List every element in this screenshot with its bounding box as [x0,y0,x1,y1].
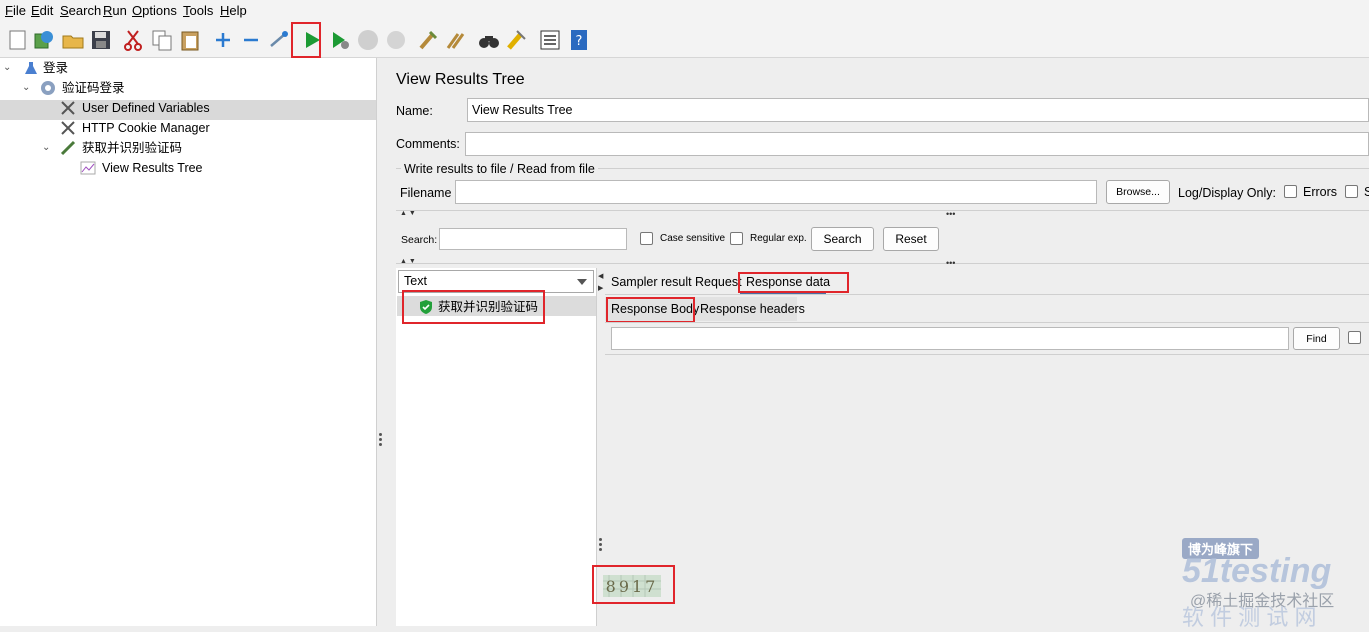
config-element-icon [60,100,76,116]
collapse-arrows-icon[interactable]: ▲▼ [400,210,418,217]
cut-icon[interactable] [121,28,145,52]
menu-run[interactable]: Run [103,3,127,18]
sampler-icon [60,140,76,156]
menu-edit[interactable]: Edit [31,3,53,18]
menu-options[interactable]: Options [132,3,177,18]
highlight-start [291,22,321,58]
tab-request[interactable]: Request [695,271,742,293]
highlight-response-data [738,272,849,293]
chevron-down-icon[interactable]: ⌄ [42,138,54,158]
help-icon[interactable]: ? [567,28,591,52]
find-button[interactable]: Find [1293,327,1340,350]
paste-icon[interactable] [178,28,202,52]
search-input[interactable] [439,228,627,250]
new-icon[interactable] [6,28,30,52]
splitter[interactable] [377,58,385,626]
config-element-icon [60,120,76,136]
filename-label: Filename [400,186,452,200]
divider [605,294,1369,295]
reset-search-icon[interactable] [505,28,529,52]
menu-bar: File Edit Search Run Options Tools Help [0,0,1369,22]
tree-item-label: 验证码登录 [62,81,125,95]
copy-icon[interactable] [150,28,174,52]
collapse-icon[interactable] [239,28,263,52]
menu-file[interactable]: File [5,3,26,18]
clear-all-icon[interactable] [444,28,468,52]
drag-handle-icon[interactable]: ••• [946,209,955,219]
chevron-down-icon [577,279,587,285]
tab-sampler-result[interactable]: Sampler result [611,271,692,293]
search-icon[interactable] [477,28,501,52]
menu-tools[interactable]: Tools [183,3,213,18]
divider [396,263,1369,264]
tree-item-get-captcha[interactable]: ⌄ 获取并识别验证码 [42,138,362,158]
comments-label: Comments: [396,137,460,151]
tab-response-headers[interactable]: Response headers [700,298,805,320]
toggle-icon[interactable] [267,28,291,52]
name-label: Name: [396,104,433,118]
divider [396,210,1369,211]
regex-label: Regular exp. [750,233,807,244]
tree-item-login[interactable]: ⌄ 登录 [3,58,373,78]
tree-item-label: 获取并识别验证码 [82,141,183,155]
log-display-label: Log/Display Only: [1178,186,1276,200]
tree-item-label: User Defined Variables [82,101,210,115]
highlight-response-body [606,297,695,323]
test-plan-icon [23,60,39,76]
tree-item-label: View Results Tree [102,161,203,175]
file-section-title: Write results to file / Read from file [401,162,598,176]
successes-label: S [1364,185,1369,199]
tree-item-http-cookie-manager[interactable]: HTTP Cookie Manager [60,118,360,138]
tree-item-label: HTTP Cookie Manager [82,121,210,135]
filename-input[interactable] [455,180,1097,204]
function-helper-icon[interactable] [538,28,562,52]
drag-handle-icon[interactable]: ••• [946,258,955,268]
search-button[interactable]: Search [811,227,874,251]
toolbar: ? [0,22,1369,58]
svg-text:?: ? [576,34,583,49]
tree-item-view-results-tree[interactable]: View Results Tree [80,158,370,178]
save-icon[interactable] [89,28,113,52]
thread-group-icon [40,80,56,96]
search-label: Search: [401,234,438,246]
renderer-value: Text [404,274,427,288]
find-input[interactable] [611,327,1289,350]
chevron-down-icon[interactable]: ⌄ [22,78,34,98]
menu-search[interactable]: Search [60,3,101,18]
highlight-captcha [592,565,675,604]
reset-button[interactable]: Reset [883,227,939,251]
open-icon[interactable] [61,28,85,52]
stop-icon[interactable] [356,28,380,52]
successes-checkbox[interactable] [1345,185,1358,198]
name-input[interactable]: View Results Tree [467,98,1369,122]
comments-input[interactable] [465,132,1369,156]
page-title: View Results Tree [396,71,525,88]
case-sensitive-label: Case sensitive [660,233,726,244]
case-sensitive-checkbox[interactable] [640,232,653,245]
errors-checkbox[interactable] [1284,185,1297,198]
expand-icon[interactable] [211,28,235,52]
tree-item-label: 登录 [43,61,69,75]
regex-checkbox[interactable] [730,232,743,245]
listener-icon [80,160,96,176]
collapse-arrows-icon[interactable]: ▲▼ [400,258,418,265]
find-option-checkbox[interactable] [1348,331,1361,344]
divider [605,322,1369,323]
clear-icon[interactable] [416,28,440,52]
start-no-pauses-icon[interactable] [328,28,352,52]
tree-item-captcha-login[interactable]: ⌄ 验证码登录 [22,78,372,98]
chevron-down-icon[interactable]: ⌄ [3,58,15,78]
divider [605,354,1369,355]
browse-button[interactable]: Browse... [1106,180,1170,204]
highlight-result-item [402,290,545,324]
shutdown-icon[interactable] [384,28,408,52]
tree-item-user-defined-variables[interactable]: User Defined Variables [60,98,360,118]
errors-label: Errors [1303,185,1338,199]
watermark-logo: 51testing [1182,552,1332,590]
templates-icon[interactable] [32,28,56,52]
watermark-text: 软 件 测 试 网 [1182,605,1317,630]
menu-help[interactable]: Help [220,3,247,18]
